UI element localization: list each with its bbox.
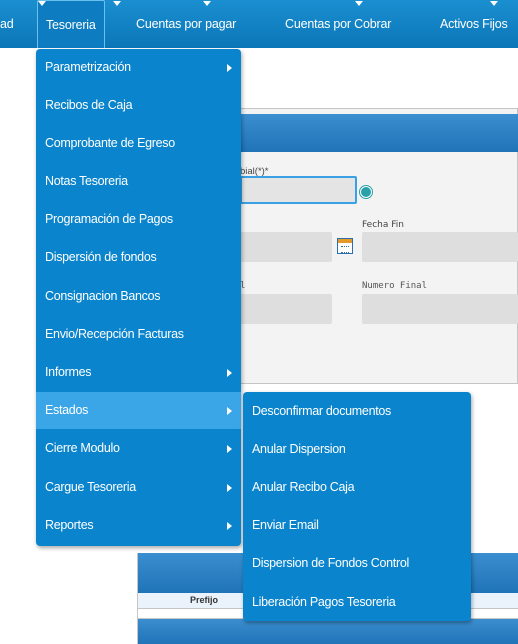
menu-item-label: Consignacion Bancos (45, 289, 161, 303)
submenu-item-label: Desconfirmar documentos (252, 404, 391, 418)
nav-item-cuentas-por-cobrar[interactable]: Cuentas por Cobrar (285, 0, 391, 48)
menu-item-label: Estados (45, 403, 89, 417)
submenu-item-desconfirmar-documentos[interactable]: Desconfirmar documentos (243, 392, 471, 430)
menu-item-label: Comprobante de Egreso (45, 136, 175, 150)
nav-item-activos-fijos[interactable]: Activos Fijos (440, 0, 508, 48)
lookup-input[interactable] (240, 176, 357, 204)
menu-item-estados[interactable]: Estados (36, 392, 241, 429)
chevron-right-icon (227, 522, 232, 530)
chevron-right-icon (227, 484, 232, 492)
menu-item-label: Cargue Tesoreria (45, 480, 136, 494)
menu-item-label: Programación de Pagos (45, 212, 173, 226)
menu-item-label: Envio/Recepción Facturas (45, 327, 184, 341)
caret-down-icon (355, 1, 363, 6)
chevron-right-icon (227, 407, 232, 415)
fecha-fin-input[interactable] (362, 232, 518, 262)
lookup-icon[interactable] (360, 186, 372, 198)
caret-down-icon (203, 1, 211, 6)
estados-submenu: Desconfirmar documentos Anular Dispersio… (243, 392, 471, 621)
menu-item-reportes[interactable]: Reportes (36, 507, 241, 544)
submenu-item-dispersion-de-fondos-control[interactable]: Dispersion de Fondos Control (243, 544, 471, 582)
menu-item-cargue-tesoreria[interactable]: Cargue Tesoreria (36, 469, 241, 506)
calendar-icon[interactable] (337, 238, 353, 254)
menu-item-parametrizacion[interactable]: Parametrización (36, 49, 241, 86)
caret-down-icon (113, 1, 121, 6)
submenu-item-label: Liberación Pagos Tesoreria (252, 595, 396, 609)
submenu-item-label: Dispersion de Fondos Control (252, 556, 409, 570)
submenu-item-label: Enviar Email (252, 518, 319, 532)
nav-item-tesoreria[interactable]: Tesoreria (37, 0, 105, 48)
menu-item-label: Parametrización (45, 60, 131, 74)
chevron-right-icon (227, 64, 232, 72)
tesoreria-dropdown-menu: Parametrización Recibos de Caja Comproba… (36, 49, 241, 546)
menu-item-comprobante-de-egreso[interactable]: Comprobante de Egreso (36, 125, 241, 162)
column-header-prefijo: Prefijo (190, 595, 219, 605)
menu-item-label: Reportes (45, 518, 94, 532)
menu-item-notas-tesoreria[interactable]: Notas Tesoreria (36, 163, 241, 200)
menu-item-cierre-modulo[interactable]: Cierre Modulo (36, 430, 241, 467)
menu-item-programacion-de-pagos[interactable]: Programación de Pagos (36, 201, 241, 238)
menu-item-label: Recibos de Caja (45, 98, 133, 112)
background-form-header (230, 114, 518, 152)
chevron-right-icon (227, 369, 232, 377)
numero-inicial-input[interactable] (240, 294, 332, 324)
numero-final-label: Numero Final (362, 281, 428, 291)
menu-item-label: Dispersión de fondos (45, 250, 157, 264)
submenu-item-liberacion-pagos-tesoreria[interactable]: Liberación Pagos Tesoreria (243, 583, 471, 621)
nav-item-cuentas-por-pagar[interactable]: Cuentas por pagar (136, 0, 236, 48)
menu-item-label: Cierre Modulo (45, 441, 120, 455)
table-footer-bar (138, 618, 518, 644)
numero-final-input[interactable] (362, 294, 518, 324)
caret-down-icon (490, 1, 498, 6)
submenu-item-anular-recibo-caja[interactable]: Anular Recibo Caja (243, 468, 471, 506)
chevron-right-icon (227, 445, 232, 453)
menu-item-dispersion-de-fondos[interactable]: Dispersión de fondos (36, 239, 241, 276)
menu-item-consignacion-bancos[interactable]: Consignacion Bancos (36, 278, 241, 315)
menu-item-label: Informes (45, 365, 92, 379)
submenu-item-anular-dispersion[interactable]: Anular Dispersion (243, 430, 471, 468)
fecha-inicio-input[interactable] (240, 232, 332, 262)
submenu-item-label: Anular Dispersion (252, 442, 346, 456)
fecha-fin-label: Fecha Fin (362, 220, 404, 230)
submenu-item-enviar-email[interactable]: Enviar Email (243, 506, 471, 544)
menu-item-informes[interactable]: Informes (36, 354, 241, 391)
submenu-item-label: Anular Recibo Caja (252, 480, 355, 494)
top-nav-bar: ad Tesoreria Cuentas por pagar Cuentas p… (0, 0, 518, 48)
menu-item-label: Notas Tesoreria (45, 174, 128, 188)
menu-item-envio-recepcion-facturas[interactable]: Envio/Recepción Facturas (36, 316, 241, 353)
menu-item-recibos-de-caja[interactable]: Recibos de Caja (36, 87, 241, 124)
nav-item-partial[interactable]: ad (0, 0, 14, 48)
caret-down-icon (38, 1, 46, 6)
